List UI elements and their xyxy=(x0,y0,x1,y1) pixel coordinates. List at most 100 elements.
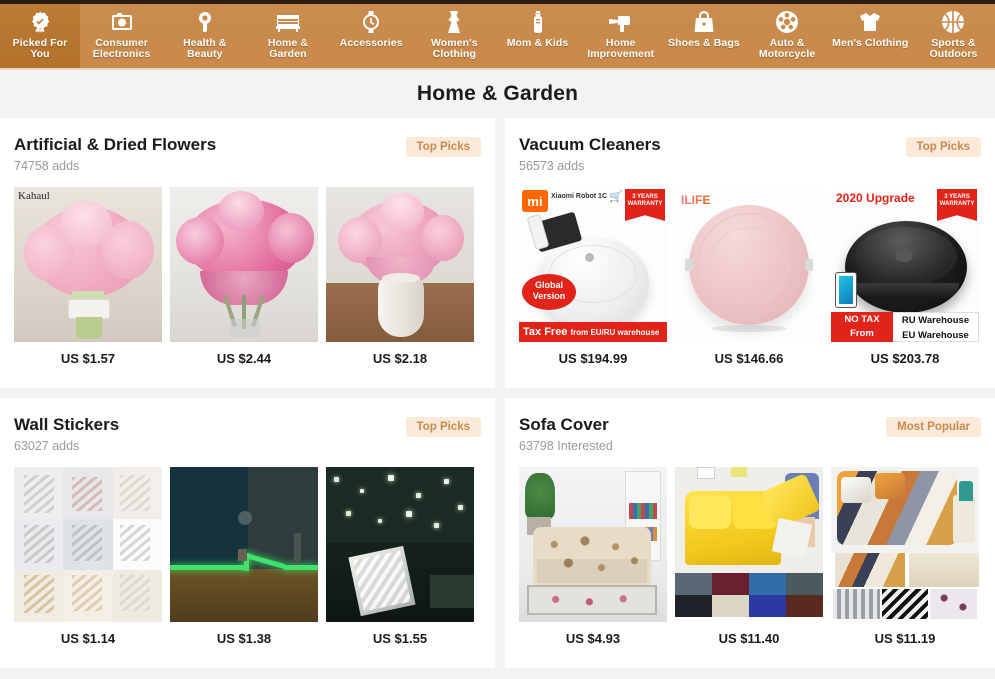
card-header: Wall Stickers 63027 adds Top Picks xyxy=(14,414,481,453)
card-header: Vacuum Cleaners 56573 adds Top Picks xyxy=(519,134,981,173)
nav-item-label: Consumer Electronics xyxy=(92,37,151,60)
product-price: US $1.57 xyxy=(60,351,116,366)
nav-item-sports-outdoors[interactable]: Sports & Outdoors xyxy=(912,0,995,68)
product-price: US $146.66 xyxy=(714,351,784,366)
category-card-sofa-cover[interactable]: Sofa Cover 63798 Interested Most Popular xyxy=(505,398,995,668)
card-subtitle: 74758 adds xyxy=(14,159,80,173)
tax-free-sub: from EU/RU warehouse xyxy=(570,327,660,337)
baby-bottle-icon xyxy=(525,9,551,35)
product-image-glow-in-dark-green-wall-strip xyxy=(170,467,318,622)
product-item[interactable]: US $1.14 xyxy=(14,467,162,646)
phone-app-icon xyxy=(835,272,857,308)
badge-check-icon xyxy=(27,9,53,35)
warehouse-line1: RU Warehouse xyxy=(901,315,970,326)
card-header: Artificial & Dried Flowers 74758 adds To… xyxy=(14,134,481,173)
product-image-3d-butterfly-wall-stickers-grid xyxy=(14,467,162,622)
drill-icon xyxy=(608,9,634,35)
nav-item-mens-clothing[interactable]: Men's Clothing xyxy=(829,0,912,68)
nav-item-label: Men's Clothing xyxy=(832,37,909,49)
product-item[interactable]: US $4.93 xyxy=(519,467,667,646)
nav-item-label: Home & Garden xyxy=(267,37,309,60)
cart-icon: 🛒 xyxy=(609,191,623,203)
product-item[interactable]: mi Xiaomi Robot 1C 🛒 3 YEARS WARRANTY Gl… xyxy=(519,187,667,366)
card-header: Sofa Cover 63798 Interested Most Popular xyxy=(519,414,981,453)
nav-item-shoes-bags[interactable]: Shoes & Bags xyxy=(662,0,745,68)
product-price: US $1.38 xyxy=(216,631,272,646)
product-item[interactable]: US $1.38 xyxy=(170,467,318,646)
nav-item-consumer-electronics[interactable]: Consumer Electronics xyxy=(80,0,163,68)
nav-item-womens-clothing[interactable]: Women's Clothing xyxy=(413,0,496,68)
tshirt-icon xyxy=(857,9,883,35)
nav-item-label: Women's Clothing xyxy=(430,37,478,60)
nav-item-picked-for-you[interactable]: Picked For You xyxy=(0,0,80,68)
product-price: US $2.18 xyxy=(372,351,428,366)
category-card-wall-stickers[interactable]: Wall Stickers 63027 adds Top Picks US $1… xyxy=(0,398,495,668)
lipstick-icon xyxy=(192,9,218,35)
nav-item-home-improvement[interactable]: Home Improvement xyxy=(579,0,662,68)
product-item[interactable]: US $1.55 xyxy=(326,467,474,646)
product-model-label: Xiaomi Robot 1C xyxy=(551,193,608,200)
product-price: US $2.44 xyxy=(216,351,272,366)
category-nav: Picked For You Consumer Electronics Heal… xyxy=(0,0,995,70)
nav-item-label: Sports & Outdoors xyxy=(929,37,978,60)
no-tax-line1: NO TAX xyxy=(844,314,880,325)
nav-item-auto-motorcycle[interactable]: Auto & Motorcycle xyxy=(746,0,829,68)
product-price: US $11.40 xyxy=(718,631,780,646)
nav-item-label: Home Improvement xyxy=(587,37,655,60)
nav-item-accessories[interactable]: Accessories xyxy=(330,0,413,68)
product-image-pink-peony-bouquet-in-vase xyxy=(170,187,318,342)
no-tax-line2: From xyxy=(850,328,874,339)
product-item[interactable]: ILIFE US $146.66 xyxy=(675,187,823,366)
global-version-badge: Global Version xyxy=(522,274,576,310)
image-watermark: Kahaul xyxy=(18,190,50,202)
product-price: US $4.93 xyxy=(565,631,621,646)
product-image-pink-carnation-bouquet: Kahaul xyxy=(14,187,162,342)
camera-icon xyxy=(109,9,135,35)
card-title: Artificial & Dried Flowers xyxy=(14,135,217,154)
nav-item-mom-kids[interactable]: Mom & Kids xyxy=(496,0,579,68)
product-price: US $1.14 xyxy=(60,631,116,646)
nav-item-label: Shoes & Bags xyxy=(668,37,740,49)
nav-item-label: Mom & Kids xyxy=(506,37,569,49)
status-badge: Top Picks xyxy=(905,137,981,157)
product-image-glow-stars-ceiling-stickers xyxy=(326,467,474,622)
product-image-pink-roses-white-vase xyxy=(326,187,474,342)
status-badge: Top Picks xyxy=(405,417,481,437)
category-cards-grid: Artificial & Dried Flowers 74758 adds To… xyxy=(0,118,995,668)
nav-item-label: Picked For You xyxy=(12,37,68,60)
product-price: US $11.19 xyxy=(874,631,936,646)
product-item[interactable]: US $11.40 xyxy=(675,467,823,646)
product-item[interactable]: US $2.44 xyxy=(170,187,318,366)
product-image-floral-beige-sofa-cover-livingroom xyxy=(519,467,667,622)
page-title: Home & Garden xyxy=(416,82,579,105)
brand-logo-mi: mi xyxy=(522,190,548,212)
category-card-artificial-dried-flowers[interactable]: Artificial & Dried Flowers 74758 adds To… xyxy=(0,118,495,388)
nav-item-health-beauty[interactable]: Health & Beauty xyxy=(163,0,246,68)
product-item[interactable]: 2020 Upgrade 3 YEARS WARRANTY NO TAX Fro… xyxy=(831,187,979,366)
card-subtitle: 63027 adds xyxy=(14,439,80,453)
nav-item-home-garden[interactable]: Home & Garden xyxy=(246,0,329,68)
card-title: Wall Stickers xyxy=(14,415,120,434)
watch-icon xyxy=(358,9,384,35)
wheel-icon xyxy=(774,9,800,35)
product-item[interactable]: US $11.19 xyxy=(831,467,979,646)
category-card-vacuum-cleaners[interactable]: Vacuum Cleaners 56573 adds Top Picks mi … xyxy=(505,118,995,388)
status-badge: Top Picks xyxy=(405,137,481,157)
nav-item-label: Auto & Motorcycle xyxy=(758,37,816,60)
product-image-xiaomi-white-robot-vacuum: mi Xiaomi Robot 1C 🛒 3 YEARS WARRANTY Gl… xyxy=(519,187,667,342)
page-title-bar: Home & Garden xyxy=(0,70,995,118)
product-image-black-robot-vacuum: 2020 Upgrade 3 YEARS WARRANTY NO TAX Fro… xyxy=(831,187,979,342)
tax-free-banner: Tax Free from EU/RU warehouse xyxy=(519,322,667,342)
card-title: Vacuum Cleaners xyxy=(519,135,661,154)
product-row: US $1.14 US $1.38 US $1.55 xyxy=(14,467,481,646)
product-price: US $194.99 xyxy=(558,351,628,366)
product-item[interactable]: US $2.18 xyxy=(326,187,474,366)
card-subtitle: 63798 Interested xyxy=(519,439,613,453)
card-subtitle: 56573 adds xyxy=(519,159,585,173)
product-price: US $1.55 xyxy=(372,631,428,646)
product-item[interactable]: Kahaul US $1.57 xyxy=(14,187,162,366)
product-image-pink-robot-vacuum: ILIFE xyxy=(675,187,823,342)
handbag-icon xyxy=(691,9,717,35)
product-row: mi Xiaomi Robot 1C 🛒 3 YEARS WARRANTY Gl… xyxy=(519,187,981,366)
sofa-icon xyxy=(275,9,301,35)
